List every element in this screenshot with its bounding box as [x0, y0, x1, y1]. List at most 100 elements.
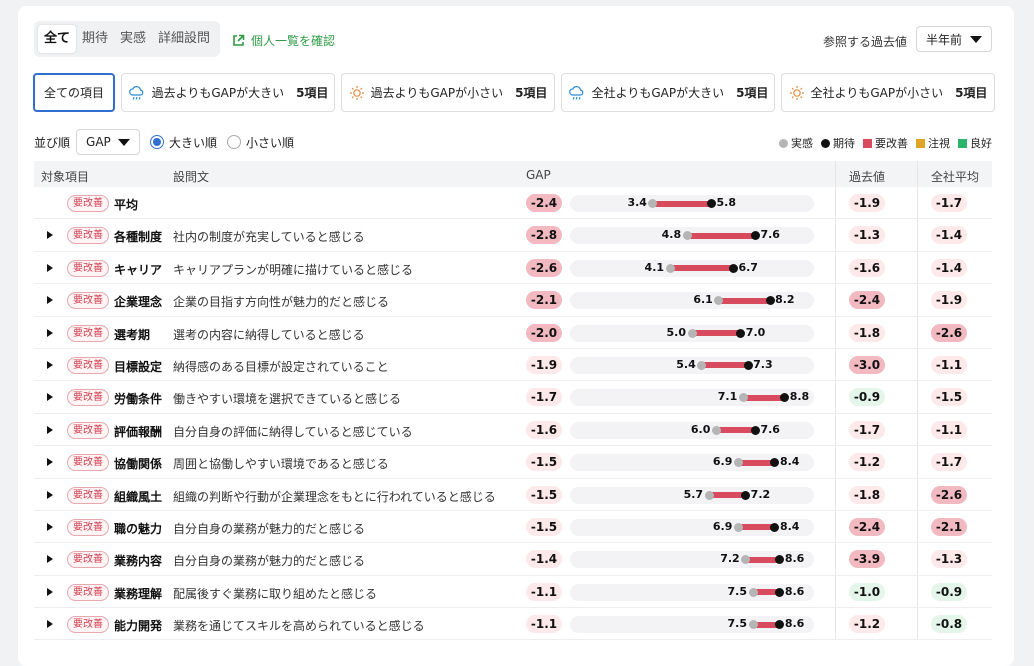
- expand-arrow-icon[interactable]: [47, 231, 53, 240]
- question-text: 自分自身の業務が魅力的だと感じる: [173, 521, 366, 536]
- filter-button-3[interactable]: 全社よりもGAPが大きい 5項目: [561, 73, 775, 112]
- gap-bar-track: 7.5 8.6: [570, 583, 814, 601]
- tab-0[interactable]: 全て: [38, 25, 77, 53]
- sort-asc-radio[interactable]: 小さい順: [227, 134, 294, 151]
- table-row[interactable]: 要改善 職の魅力 自分自身の業務が魅力的だと感じる -1.5 6.9 8.4 -2.4 -2.…: [34, 510, 992, 544]
- table-row[interactable]: 要改善 業務内容 自分自身の業務が魅力的だと感じる -1.4 7.2 8.6 -3.9 -1.…: [34, 543, 992, 576]
- actual-value: 6.1: [693, 293, 713, 307]
- gap-bar-track: 6.1 8.2: [570, 292, 814, 310]
- expand-arrow-icon[interactable]: [47, 555, 53, 564]
- item-name: 業務理解: [114, 586, 163, 601]
- column-divider: [835, 348, 836, 381]
- filter-button-1[interactable]: 過去よりもGAPが大きい 5項目: [121, 73, 335, 112]
- past-value: -1.3: [849, 226, 885, 245]
- rain-cloud-icon: [128, 85, 146, 101]
- actual-dot: [733, 458, 743, 468]
- table-row[interactable]: 要改善 平均 -2.4 3.4 5.8 -1.9 -1.7: [34, 187, 992, 220]
- company-average-value: -1.3: [931, 550, 967, 569]
- legend-item: 良好: [958, 135, 992, 151]
- expect-value: 8.6: [784, 552, 805, 566]
- table-row[interactable]: 要改善 選考期 選考の内容に納得していると感じる -2.0 5.0 7.0 -1.8 -2.6: [34, 316, 992, 349]
- past-value: -1.0: [849, 582, 885, 601]
- gap-value: -2.6: [526, 258, 562, 277]
- expect-dot: [765, 296, 775, 306]
- past-value: -2.4: [849, 291, 885, 310]
- gap-bar: [670, 265, 734, 272]
- legend-item: 期待: [821, 135, 855, 151]
- table-row[interactable]: 要改善 評価報酬 自分自身の評価に納得していると感じている -1.6 6.0 7.6 -1.…: [34, 413, 992, 447]
- actual-dot: [738, 393, 748, 403]
- gap-bar: [738, 459, 775, 466]
- column-divider: [835, 251, 836, 284]
- filter-button-4[interactable]: 全社よりもGAPが小さい 5項目: [781, 73, 995, 112]
- reference-period-select[interactable]: 半年前: [916, 26, 992, 52]
- gap-bar: [701, 362, 749, 369]
- gap-value: -1.4: [526, 550, 562, 569]
- expand-arrow-icon[interactable]: [47, 296, 53, 305]
- expand-arrow-icon[interactable]: [47, 360, 53, 369]
- past-value: -1.2: [849, 453, 885, 472]
- column-divider: [917, 413, 918, 446]
- filter-count: 5項目: [736, 86, 769, 100]
- table-row[interactable]: 要改善 各種制度 社内の制度が充実していると感じる -2.8 4.8 7.6 -1.3 -1.…: [34, 219, 992, 252]
- actual-value: 6.9: [712, 455, 733, 469]
- table-row[interactable]: 要改善 能力開発 業務を通じてスキルを高められていると感じる -1.1 7.5 8.6 -1…: [34, 608, 992, 641]
- expand-arrow-icon[interactable]: [47, 587, 53, 596]
- expand-arrow-icon[interactable]: [47, 425, 53, 434]
- table-row[interactable]: 要改善 業務理解 配属後すぐ業務に取り組めたと感じる -1.1 7.5 8.6 -1.0 -0…: [34, 575, 992, 609]
- expand-arrow-icon[interactable]: [47, 263, 53, 272]
- gap-value: -1.1: [526, 582, 562, 601]
- sort-key-select[interactable]: GAP: [76, 129, 141, 155]
- status-badge: 要改善: [67, 389, 109, 407]
- gap-bar-track: 4.8 7.6: [570, 227, 814, 245]
- expect-dot: [770, 458, 780, 468]
- table-row[interactable]: 要改善 協働関係 周囲と協働しやすい環境であると感じる -1.5 6.9 8.4 -1.2 -…: [34, 446, 992, 479]
- expand-arrow-icon[interactable]: [47, 458, 53, 467]
- actual-dot: [733, 522, 743, 532]
- actual-value: 3.4: [627, 196, 647, 209]
- item-name: 企業理念: [114, 295, 163, 310]
- tab-2[interactable]: 実感: [114, 25, 152, 53]
- legend-item: 実感: [779, 135, 813, 151]
- actual-value: 4.1: [644, 260, 665, 274]
- actual-value: 5.0: [666, 325, 687, 339]
- expand-arrow-icon[interactable]: [47, 522, 53, 531]
- col-company-header: 全社平均: [931, 170, 980, 184]
- actual-value: 5.7: [683, 487, 704, 501]
- expand-arrow-icon[interactable]: [47, 490, 53, 499]
- question-text: 自分自身の評価に納得していると感じている: [173, 424, 413, 439]
- rain-cloud-icon: [568, 85, 586, 101]
- expect-value: 8.6: [784, 617, 805, 631]
- status-badge: 要改善: [67, 616, 109, 634]
- expand-arrow-icon[interactable]: [47, 328, 53, 337]
- filter-button-0[interactable]: 全ての項目: [33, 73, 115, 112]
- expand-arrow-icon[interactable]: [47, 620, 53, 629]
- table-row[interactable]: 要改善 労働条件 働きやすい環境を選択できていると感じる -1.7 7.1 8.8 -0.9…: [34, 381, 992, 414]
- tab-1[interactable]: 期待: [76, 25, 114, 53]
- col-item-header: 対象項目: [41, 170, 90, 184]
- gap-value: -1.1: [526, 615, 562, 634]
- tab-3[interactable]: 詳細設問: [152, 25, 216, 53]
- table-row[interactable]: 要改善 組織風土 組織の判断や行動が企業理念をもとに行われていると感じる -1.5 5.…: [34, 478, 992, 511]
- individual-list-label: 個人一覧を確認: [251, 34, 336, 48]
- table-row[interactable]: 要改善 企業理念 企業の目指す方向性が魅力的だと感じる -2.1 6.1 8.2 -2.4 -…: [34, 284, 992, 317]
- sun-icon: [349, 85, 365, 101]
- expect-value: 8.6: [784, 584, 805, 598]
- actual-dot: [704, 490, 714, 500]
- individual-list-link[interactable]: 個人一覧を確認: [232, 32, 335, 49]
- status-badge: 要改善: [67, 454, 109, 472]
- legend-item: 要改善: [863, 135, 908, 151]
- sort-desc-radio[interactable]: 大きい順: [150, 134, 217, 151]
- expect-dot: [728, 263, 738, 273]
- table-row[interactable]: 要改善 キャリア キャリアプランが明確に描けていると感じる -2.6 4.1 6.7 -1.…: [34, 251, 992, 285]
- expand-arrow-icon[interactable]: [47, 393, 53, 402]
- gap-value: -1.5: [526, 453, 562, 472]
- column-divider: [917, 316, 918, 348]
- table-row[interactable]: 要改善 目標設定 納得感のある目標が設定されていること -1.9 5.4 7.3 -3.0 -…: [34, 348, 992, 382]
- actual-dot: [714, 296, 724, 306]
- past-value: -1.7: [849, 420, 885, 439]
- sort-asc-label: 小さい順: [246, 135, 295, 150]
- past-value: -1.9: [849, 194, 885, 212]
- filter-button-2[interactable]: 過去よりもGAPが小さい 5項目: [341, 73, 555, 112]
- item-name: 各種制度: [114, 230, 163, 245]
